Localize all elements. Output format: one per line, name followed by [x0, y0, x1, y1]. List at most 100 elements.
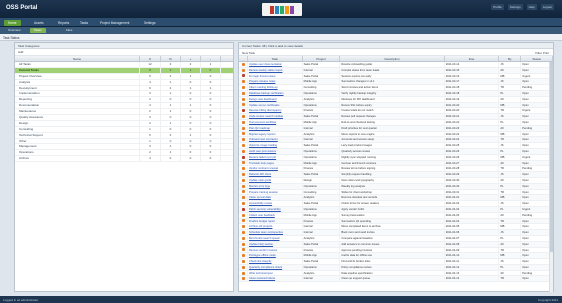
column-header[interactable]: Description — [340, 56, 445, 61]
task-link[interactable]: Update server certificates — [248, 102, 303, 108]
task-link[interactable]: Check link integrity — [248, 259, 303, 264]
task-owner: TR — [499, 85, 522, 90]
task-description: Move completed items to archive — [340, 224, 445, 230]
task-link[interactable]: Plan Q2 roadmap — [248, 125, 303, 131]
top-link[interactable]: Profile — [491, 4, 504, 10]
add-category-button[interactable]: Add — [15, 49, 233, 56]
task-link[interactable]: Accessibility review — [248, 201, 303, 206]
scroll-thumb[interactable] — [550, 62, 553, 252]
task-owner: JS — [499, 259, 522, 264]
top-link[interactable]: Settings — [507, 4, 523, 10]
category-name: Archive — [15, 156, 140, 162]
task-link[interactable]: Client meeting follow-up — [248, 85, 303, 90]
task-due: 2011-04-12 — [445, 264, 500, 270]
task-status-icon — [239, 154, 248, 160]
task-link[interactable]: Restore failed sync job — [248, 154, 303, 160]
task-scrollbar[interactable] — [549, 62, 553, 292]
task-link[interactable]: Refactor API client — [248, 172, 303, 177]
top-link[interactable]: Help — [526, 4, 537, 10]
task-link[interactable]: Patch security vulnerability — [248, 206, 303, 212]
task-link[interactable]: Database backup verification — [248, 90, 303, 96]
nav-item-project-management[interactable]: Project Management — [96, 20, 133, 26]
tab-tasks[interactable]: Tasks — [30, 28, 46, 33]
task-owner: AK — [499, 270, 522, 276]
category-count: 0 — [181, 109, 201, 115]
task-status-icon — [239, 235, 248, 241]
column-header[interactable]: Due — [445, 56, 500, 61]
task-link[interactable]: Update style guide — [248, 177, 303, 183]
task-link[interactable]: Prepare training session — [248, 189, 303, 195]
task-link[interactable]: Collect user feedback — [248, 212, 303, 218]
task-description: Rewrite onboarding guide — [340, 62, 445, 67]
column-header[interactable]: - — [201, 56, 221, 61]
task-link[interactable]: Audit user permissions — [248, 148, 303, 154]
category-count: 0 — [181, 150, 201, 156]
task-link[interactable]: Test payment workflow — [248, 119, 303, 125]
task-link[interactable]: Update user documentation — [248, 62, 303, 67]
tab-files[interactable]: Files — [62, 28, 76, 33]
task-link[interactable]: Close resolved tickets — [248, 276, 303, 282]
task-link[interactable]: Benchmark search speed — [248, 235, 303, 241]
task-link[interactable]: Archive old projects — [248, 224, 303, 230]
task-link[interactable]: Monitor error logs — [248, 183, 303, 189]
category-count: 0 — [161, 156, 181, 162]
task-status-icon — [239, 90, 248, 96]
category-count: 5 — [140, 132, 161, 138]
task-due: 2011-03-20 — [445, 102, 500, 108]
task-link[interactable]: Optimize image loading — [248, 143, 303, 148]
tab-overview[interactable]: Overview — [4, 28, 25, 33]
task-link[interactable]: Quarterly compliance check — [248, 264, 303, 270]
new-task-button[interactable]: New Task — [242, 51, 255, 55]
column-header[interactable]: # — [140, 56, 161, 61]
filter-print-buttons[interactable]: Filter Print — [535, 51, 549, 55]
task-link[interactable]: Update FAQ section — [248, 241, 303, 247]
column-header[interactable]: By — [499, 56, 522, 61]
column-header[interactable] — [239, 56, 248, 61]
task-link[interactable]: Migrate legacy reports — [248, 131, 303, 137]
task-link[interactable]: Schedule team retrospective — [248, 230, 303, 235]
task-link[interactable]: Prepare release notes — [248, 79, 303, 85]
task-due: 2011-04-02 — [445, 206, 500, 212]
task-link[interactable]: Design new dashboard — [248, 96, 303, 102]
priority-icon — [241, 236, 245, 240]
category-row[interactable]: Archive 4 0 0 0 — [15, 156, 233, 163]
task-link[interactable]: Fix login timeout issue — [248, 73, 303, 79]
nav-item-assets[interactable]: Assets — [30, 20, 48, 26]
column-header[interactable]: % — [161, 56, 181, 61]
category-count: 0 — [181, 79, 201, 85]
column-header[interactable]: Name — [15, 56, 140, 61]
column-header[interactable]: Project — [303, 56, 341, 61]
column-header[interactable]: Status — [521, 56, 554, 61]
task-link[interactable]: Review weekly status report — [248, 67, 303, 73]
task-row[interactable]: Close resolved tickets Internal Clean up s… — [239, 276, 554, 283]
task-link[interactable]: Clean up test data — [248, 195, 303, 201]
column-header[interactable]: Task — [248, 56, 303, 61]
task-link[interactable]: Onboard new contractor — [248, 137, 303, 143]
task-description: Move reports to new engine — [340, 131, 445, 137]
top-link[interactable]: Logout — [540, 4, 554, 10]
task-project: Operations — [303, 264, 341, 270]
nav-item-tasks[interactable]: Tasks — [76, 20, 92, 26]
task-status-icon — [239, 96, 248, 102]
task-link[interactable]: Vendor contract renewal — [248, 166, 303, 172]
task-description: Weekly log analysis — [340, 183, 445, 189]
app-brand[interactable]: OSS Portal — [6, 5, 37, 11]
task-owner: JS — [499, 230, 522, 235]
priority-icon — [241, 138, 245, 142]
task-link[interactable]: Review vendor invoices — [248, 247, 303, 253]
category-count: 0 — [181, 97, 201, 103]
task-link[interactable]: Code review: search module — [248, 114, 303, 119]
task-due: 2011-04-05 — [445, 224, 500, 230]
task-link[interactable]: Write technical spec — [248, 270, 303, 276]
category-count: 0 — [201, 150, 221, 156]
task-link[interactable]: Finalize budget report — [248, 218, 303, 224]
task-owner: MB — [499, 154, 522, 160]
column-header[interactable]: + — [181, 56, 201, 61]
task-link[interactable]: Prototype offline mode — [248, 253, 303, 259]
task-owner: AK — [499, 177, 522, 183]
nav-item-settings[interactable]: Settings — [140, 20, 160, 26]
task-link[interactable]: Translate help pages — [248, 160, 303, 166]
task-link[interactable]: Resolve billing discrepancy — [248, 108, 303, 114]
nav-item-reports[interactable]: Reports — [54, 20, 73, 26]
nav-item-home[interactable]: Home — [4, 19, 21, 26]
